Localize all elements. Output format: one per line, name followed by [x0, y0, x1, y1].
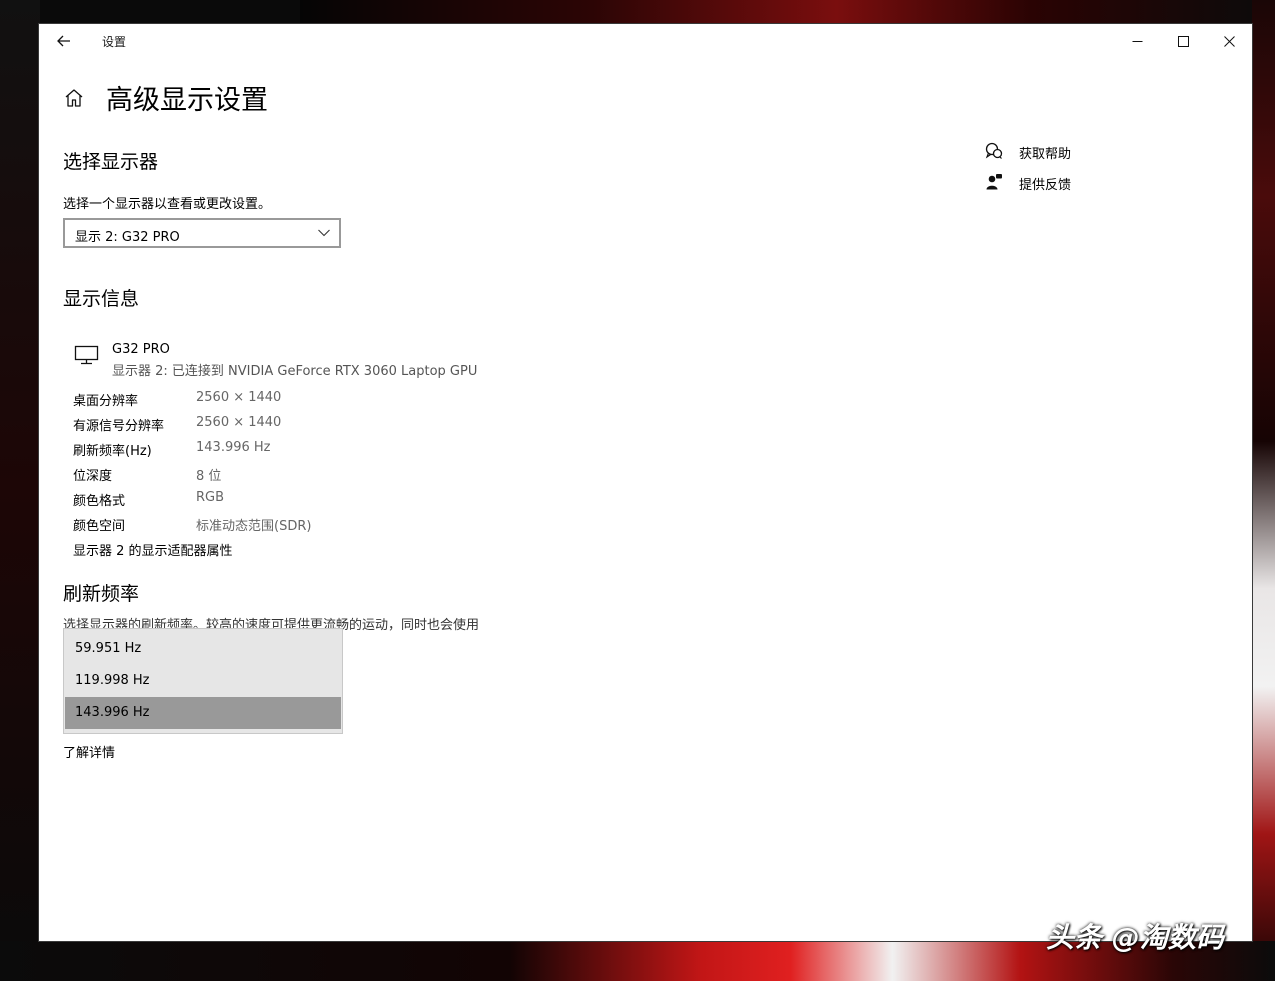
refresh-option-143[interactable]: 143.996 Hz: [65, 697, 341, 729]
info-value: 标准动态范围(SDR): [196, 519, 312, 534]
info-row-desktop-resolution: 桌面分辨率 2560 × 1440: [73, 390, 473, 410]
info-label: 颜色格式: [73, 494, 126, 509]
info-row-bit-depth: 位深度 8 位: [73, 465, 473, 485]
refresh-option-59[interactable]: 59.951 Hz: [65, 633, 341, 665]
info-value: RGB: [196, 490, 225, 505]
info-label: 位深度: [73, 469, 113, 484]
info-row-color-space: 颜色空间 标准动态范围(SDR): [73, 515, 473, 535]
close-icon: [1223, 35, 1235, 47]
maximize-icon: [1177, 35, 1189, 47]
minimize-button[interactable]: [1114, 24, 1160, 58]
refresh-rate-dropdown[interactable]: 59.951 Hz 119.998 Hz 143.996 Hz: [63, 628, 343, 734]
info-label: 桌面分辨率: [73, 394, 139, 409]
info-value: 8 位: [196, 469, 222, 484]
select-display-heading: 选择显示器: [63, 151, 159, 173]
refresh-option-119[interactable]: 119.998 Hz: [65, 665, 341, 697]
back-arrow-icon: [57, 35, 70, 47]
learn-more-link[interactable]: 了解详情: [63, 742, 115, 761]
info-row-refresh-rate: 刷新频率(Hz) 143.996 Hz: [73, 440, 473, 460]
get-help-link[interactable]: 获取帮助: [985, 140, 1185, 162]
feedback-label: 提供反馈: [1019, 178, 1072, 193]
wallpaper-right: [1252, 0, 1275, 981]
maximize-button[interactable]: [1160, 24, 1206, 58]
select-display-instruction: 选择一个显示器以查看或更改设置。: [63, 197, 272, 212]
monitor-connection: 显示器 2: 已连接到 NVIDIA GeForce RTX 3060 Lapt…: [112, 364, 478, 379]
info-label: 有源信号分辨率: [73, 419, 165, 434]
wallpaper-top: [300, 0, 1275, 24]
window-title: 设置: [102, 35, 127, 49]
back-button[interactable]: [50, 29, 78, 53]
info-value: 2560 × 1440: [196, 390, 282, 405]
wallpaper-left: [0, 0, 40, 981]
display-select[interactable]: 显示 2: G32 PRO: [63, 218, 341, 248]
adapter-properties-link[interactable]: 显示器 2 的显示适配器属性: [73, 540, 233, 559]
info-label: 刷新频率(Hz): [73, 444, 152, 459]
info-row-active-resolution: 有源信号分辨率 2560 × 1440: [73, 415, 473, 435]
monitor-icon: [74, 345, 99, 365]
title-bar: 设置: [39, 24, 1252, 58]
info-value: 2560 × 1440: [196, 415, 282, 430]
display-select-value: 显示 2: G32 PRO: [75, 230, 180, 245]
info-value: 143.996 Hz: [196, 440, 271, 455]
page-title: 高级显示设置: [106, 85, 268, 116]
refresh-rate-heading: 刷新频率: [63, 583, 140, 605]
info-row-color-format: 颜色格式 RGB: [73, 490, 473, 510]
display-info-heading: 显示信息: [63, 288, 140, 310]
home-icon[interactable]: [63, 87, 85, 109]
close-button[interactable]: [1206, 24, 1252, 58]
minimize-icon: [1132, 40, 1142, 42]
chat-help-icon: [985, 142, 1003, 159]
monitor-name: G32 PRO: [112, 342, 170, 357]
feedback-person-icon: [986, 174, 1002, 190]
chevron-down-icon: [318, 229, 330, 237]
feedback-link[interactable]: 提供反馈: [985, 171, 1185, 193]
info-label: 颜色空间: [73, 519, 126, 534]
watermark: 头条 @淘数码: [1046, 921, 1224, 954]
get-help-label: 获取帮助: [1019, 147, 1072, 162]
settings-window: 设置 高级显示设置 选择显示器 选择一个显示器以查看或更改设置。 显示 2: G…: [39, 24, 1252, 941]
